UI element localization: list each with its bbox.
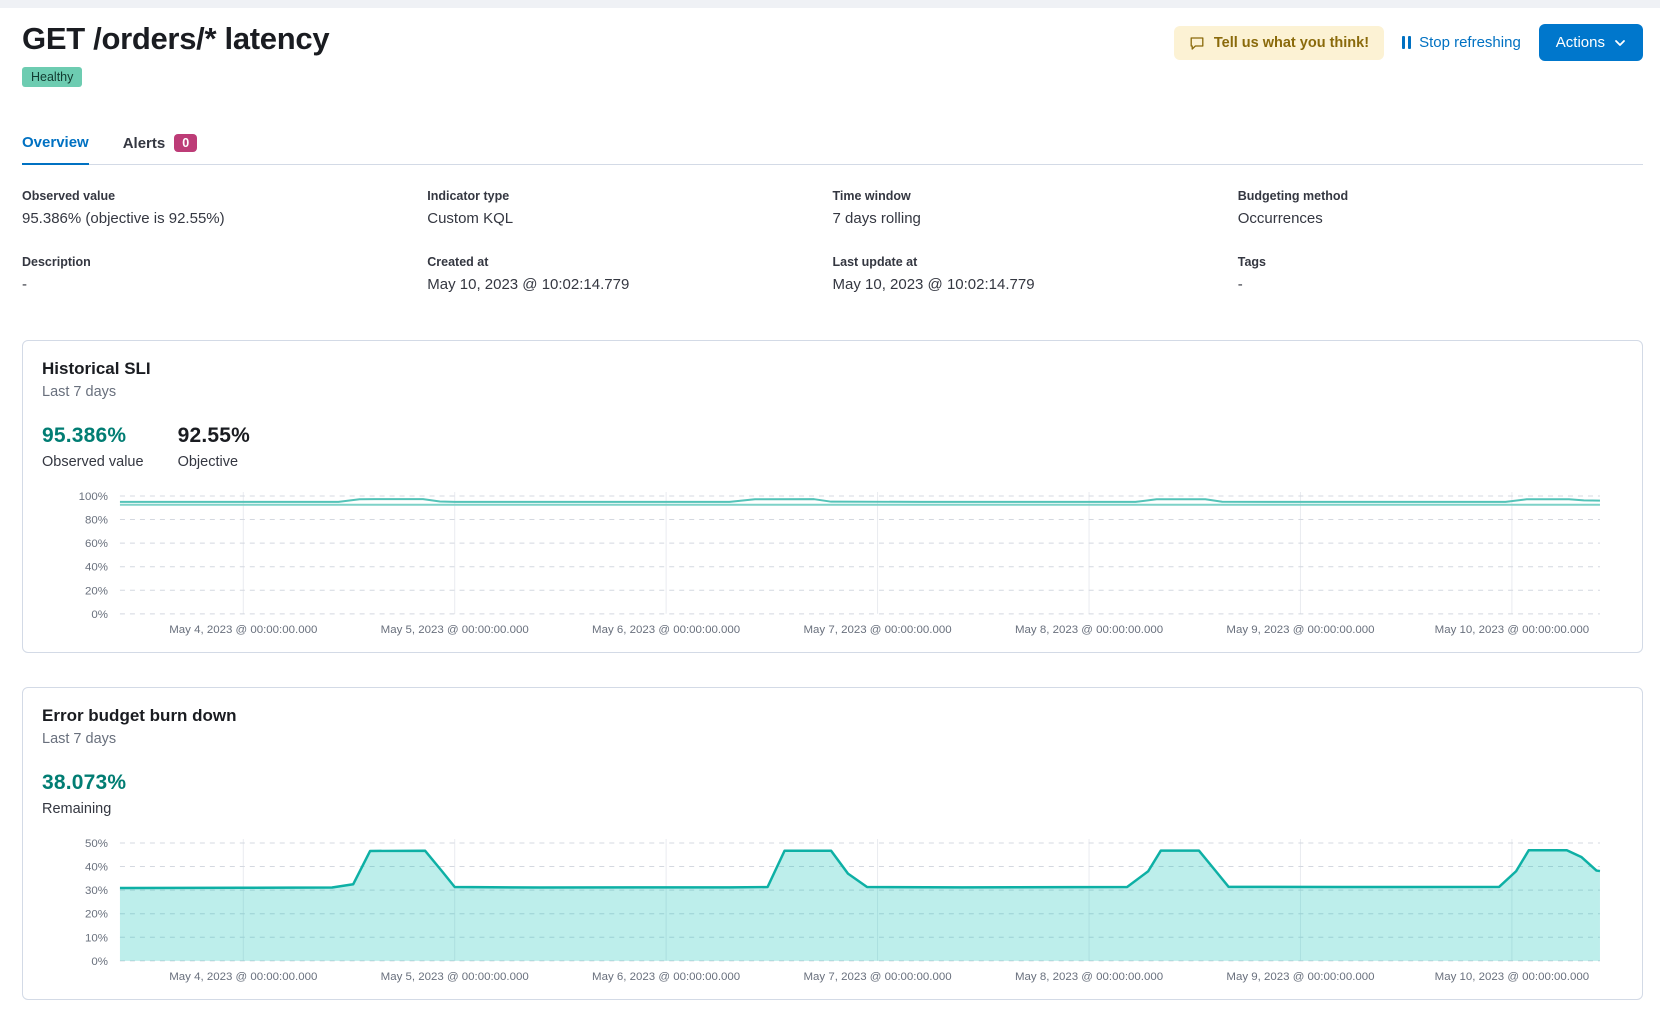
svg-text:May 7, 2023 @ 00:00:00.000: May 7, 2023 @ 00:00:00.000	[803, 624, 951, 636]
meta-label: Budgeting method	[1238, 189, 1643, 203]
meta-value: May 10, 2023 @ 10:02:14.779	[427, 276, 832, 293]
stat-objective: 92.55% Objective	[178, 424, 250, 470]
stat-label: Remaining	[42, 801, 126, 817]
meta-value: -	[1238, 276, 1643, 293]
header-divider-strip	[0, 0, 1660, 8]
svg-text:May 6, 2023 @ 00:00:00.000: May 6, 2023 @ 00:00:00.000	[592, 971, 740, 983]
meta-label: Created at	[427, 255, 832, 269]
historical-sli-card: Historical SLI Last 7 days 95.386% Obser…	[22, 340, 1643, 653]
svg-text:May 6, 2023 @ 00:00:00.000: May 6, 2023 @ 00:00:00.000	[592, 624, 740, 636]
svg-text:40%: 40%	[85, 861, 108, 873]
meta-time-window: Time window 7 days rolling	[833, 189, 1238, 227]
svg-text:20%: 20%	[85, 908, 108, 920]
svg-text:May 7, 2023 @ 00:00:00.000: May 7, 2023 @ 00:00:00.000	[803, 971, 951, 983]
svg-text:0%: 0%	[91, 956, 108, 968]
meta-value: Occurrences	[1238, 210, 1643, 227]
historical-sli-chart-wrap: May 4, 2023 @ 00:00:00.000 May 5, 2023 @ …	[42, 486, 1623, 638]
tab-overview[interactable]: Overview	[22, 134, 89, 165]
pause-icon	[1402, 36, 1411, 49]
meta-label: Indicator type	[427, 189, 832, 203]
card-title: Historical SLI	[42, 359, 1623, 379]
meta-created-at: Created at May 10, 2023 @ 10:02:14.779	[427, 255, 832, 293]
svg-text:May 8, 2023 @ 00:00:00.000: May 8, 2023 @ 00:00:00.000	[1015, 624, 1163, 636]
meta-value: -	[22, 276, 427, 293]
stat-label: Observed value	[42, 454, 144, 470]
status-badge: Healthy	[22, 67, 82, 87]
svg-text:20%: 20%	[85, 585, 108, 597]
meta-label: Description	[22, 255, 427, 269]
svg-text:50%: 50%	[85, 838, 108, 850]
error-budget-chart: May 4, 2023 @ 00:00:00.000 May 5, 2023 @ …	[42, 833, 1623, 985]
stop-refreshing-label: Stop refreshing	[1419, 34, 1521, 51]
svg-text:10%: 10%	[85, 932, 108, 944]
stat-value: 95.386%	[42, 424, 144, 448]
meta-label: Time window	[833, 189, 1238, 203]
svg-text:May 9, 2023 @ 00:00:00.000: May 9, 2023 @ 00:00:00.000	[1226, 624, 1374, 636]
meta-last-update-at: Last update at May 10, 2023 @ 10:02:14.7…	[833, 255, 1238, 293]
svg-text:May 4, 2023 @ 00:00:00.000: May 4, 2023 @ 00:00:00.000	[169, 971, 317, 983]
historical-sli-chart: May 4, 2023 @ 00:00:00.000 May 5, 2023 @ …	[42, 486, 1623, 638]
alerts-count-badge: 0	[174, 134, 197, 152]
svg-text:100%: 100%	[79, 491, 108, 503]
error-budget-card: Error budget burn down Last 7 days 38.07…	[22, 687, 1643, 1000]
stop-refreshing-button[interactable]: Stop refreshing	[1402, 34, 1521, 51]
meta-label: Last update at	[833, 255, 1238, 269]
feedback-button[interactable]: Tell us what you think!	[1174, 26, 1384, 60]
meta-observed-value: Observed value 95.386% (objective is 92.…	[22, 189, 427, 227]
actions-button-label: Actions	[1556, 34, 1605, 51]
svg-text:May 9, 2023 @ 00:00:00.000: May 9, 2023 @ 00:00:00.000	[1226, 971, 1374, 983]
slo-detail-page: GET /orders/* latency Healthy Tell us wh…	[22, 8, 1643, 1000]
svg-text:May 5, 2023 @ 00:00:00.000: May 5, 2023 @ 00:00:00.000	[381, 624, 529, 636]
card-subtitle: Last 7 days	[42, 384, 1623, 400]
meta-value: 7 days rolling	[833, 210, 1238, 227]
svg-text:30%: 30%	[85, 885, 108, 897]
actions-button[interactable]: Actions	[1539, 24, 1643, 61]
stat-value: 92.55%	[178, 424, 250, 448]
svg-text:May 8, 2023 @ 00:00:00.000: May 8, 2023 @ 00:00:00.000	[1015, 971, 1163, 983]
svg-text:60%: 60%	[85, 538, 108, 550]
tab-bar: Overview Alerts 0	[22, 134, 1643, 165]
svg-text:May 10, 2023 @ 00:00:00.000: May 10, 2023 @ 00:00:00.000	[1435, 971, 1589, 983]
tab-overview-label: Overview	[22, 134, 89, 151]
speech-bubble-icon	[1189, 35, 1205, 51]
chevron-down-icon	[1614, 37, 1626, 49]
slo-metadata: Observed value 95.386% (objective is 92.…	[22, 189, 1643, 293]
stat-remaining: 38.073% Remaining	[42, 771, 126, 817]
svg-text:80%: 80%	[85, 515, 108, 527]
svg-text:May 10, 2023 @ 00:00:00.000: May 10, 2023 @ 00:00:00.000	[1435, 624, 1589, 636]
svg-text:0%: 0%	[91, 609, 108, 621]
tab-alerts[interactable]: Alerts 0	[123, 134, 197, 164]
meta-tags: Tags -	[1238, 255, 1643, 293]
stat-label: Objective	[178, 454, 250, 470]
page-header: GET /orders/* latency Healthy Tell us wh…	[22, 8, 1643, 87]
meta-label: Tags	[1238, 255, 1643, 269]
sli-stats: 95.386% Observed value 92.55% Objective	[42, 424, 1623, 470]
stat-observed-value: 95.386% Observed value	[42, 424, 144, 470]
feedback-button-label: Tell us what you think!	[1214, 35, 1369, 51]
header-controls: Tell us what you think! Stop refreshing …	[1174, 20, 1643, 61]
card-subtitle: Last 7 days	[42, 731, 1623, 747]
card-title: Error budget burn down	[42, 706, 1623, 726]
page-title: GET /orders/* latency	[22, 20, 329, 58]
burn-down-stats: 38.073% Remaining	[42, 771, 1623, 817]
meta-description: Description -	[22, 255, 427, 293]
tab-alerts-label: Alerts	[123, 135, 166, 152]
svg-text:May 5, 2023 @ 00:00:00.000: May 5, 2023 @ 00:00:00.000	[381, 971, 529, 983]
meta-value: 95.386% (objective is 92.55%)	[22, 210, 427, 227]
meta-budgeting-method: Budgeting method Occurrences	[1238, 189, 1643, 227]
svg-text:May 4, 2023 @ 00:00:00.000: May 4, 2023 @ 00:00:00.000	[169, 624, 317, 636]
error-budget-chart-wrap: May 4, 2023 @ 00:00:00.000 May 5, 2023 @ …	[42, 833, 1623, 985]
meta-indicator-type: Indicator type Custom KQL	[427, 189, 832, 227]
stat-value: 38.073%	[42, 771, 126, 795]
title-block: GET /orders/* latency Healthy	[22, 20, 329, 87]
meta-label: Observed value	[22, 189, 427, 203]
meta-value: May 10, 2023 @ 10:02:14.779	[833, 276, 1238, 293]
meta-value: Custom KQL	[427, 210, 832, 227]
svg-text:40%: 40%	[85, 562, 108, 574]
